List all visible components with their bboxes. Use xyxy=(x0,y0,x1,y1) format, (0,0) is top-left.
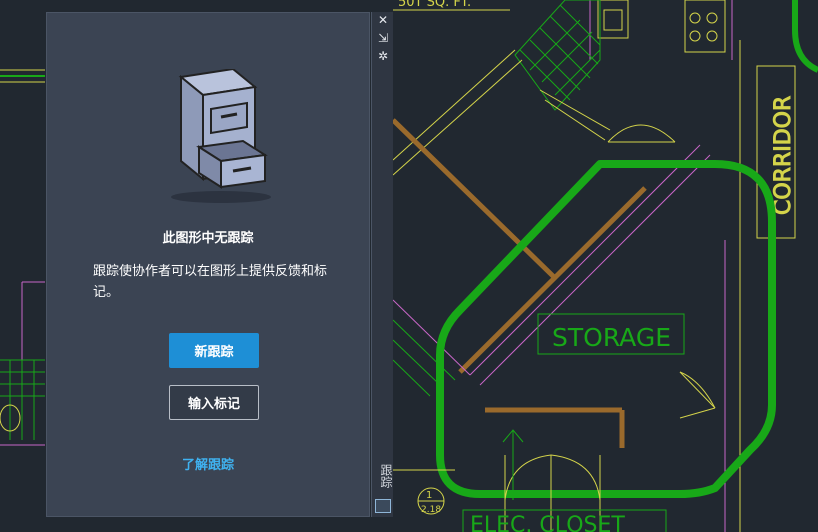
elec-closet: ELEC. CLOSET 1 2.18 xyxy=(393,429,667,532)
import-markup-button[interactable]: 输入标记 xyxy=(169,385,259,420)
new-trace-button[interactable]: 新跟踪 xyxy=(169,333,259,368)
palette-tab-label[interactable]: 跟踪 xyxy=(374,464,393,488)
storage-label: STORAGE xyxy=(552,323,671,352)
callout-number: 1 xyxy=(426,490,432,501)
learn-trace-link[interactable]: 了解跟踪 xyxy=(47,454,369,473)
trace-panel: 此图形中无跟踪 跟踪使协作者可以在图形上提供反馈和标记。 新跟踪 输入标记 了解… xyxy=(46,12,370,517)
elec-closet-label: ELEC. CLOSET xyxy=(470,513,625,532)
properties-icon[interactable]: ✲ xyxy=(375,48,391,64)
top-drawing-fragment: 50T SQ. FT. xyxy=(393,0,818,73)
corridor-area: CORRIDOR xyxy=(724,40,797,532)
left-drawing-fragment xyxy=(0,69,45,446)
close-icon[interactable]: ✕ xyxy=(375,12,391,28)
auto-hide-icon[interactable]: ⇲ xyxy=(375,30,391,46)
file-cabinet-illustration xyxy=(171,69,271,203)
corridor-label: CORRIDOR xyxy=(771,96,796,215)
empty-state-description: 跟踪使协作者可以在图形上提供反馈和标记。 xyxy=(93,264,328,300)
trace-palette-icon[interactable] xyxy=(375,499,391,513)
callout-sheet: 2.18 xyxy=(421,505,441,515)
hatched-floor-area xyxy=(514,0,601,111)
top-area-label: 50T SQ. FT. xyxy=(398,0,471,10)
palette-title-strip: ✕ ⇲ ✲ 跟踪 xyxy=(371,12,393,517)
storage-room: STORAGE xyxy=(485,124,716,448)
empty-state-title: 此图形中无跟踪 xyxy=(162,231,254,246)
